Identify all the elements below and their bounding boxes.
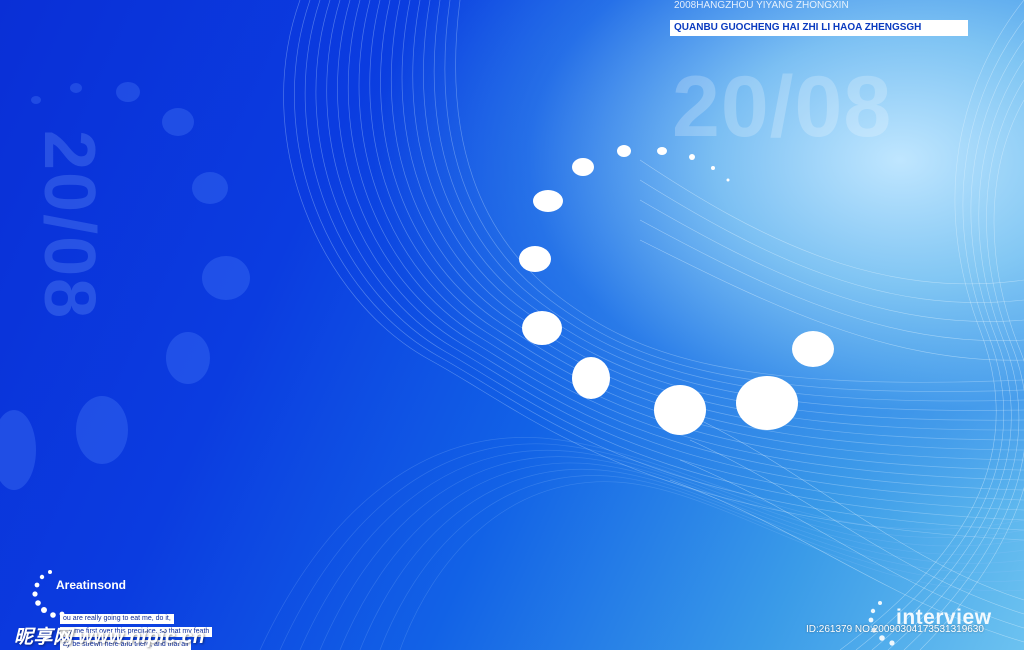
dot: [572, 158, 594, 176]
dot: [726, 178, 730, 182]
image-id-text: ID:261379 NO:20090304173531319630: [806, 624, 984, 635]
dot-arc: [519, 145, 834, 435]
mesh-wave-center: [283, 0, 1024, 541]
artwork-canvas: 20/08 20/08 2008HANGZHOU YIYANG ZHONGXIN…: [0, 0, 1024, 650]
dot: [617, 145, 631, 157]
dot: [522, 311, 562, 345]
dot: [572, 357, 610, 399]
dot: [654, 385, 706, 435]
brand-name: Areatinsond: [56, 578, 127, 592]
dot: [533, 190, 563, 212]
dot: [657, 147, 667, 155]
dot: [792, 331, 834, 367]
dot: [711, 166, 715, 170]
horizontal-year-text: 20/08: [672, 59, 893, 155]
watermark-text: 昵享网 www.nipic.cn: [14, 627, 205, 648]
header-title-bar: QUANBU GUOCHENG HAI ZHI LI HAOA ZHENGSGH: [670, 20, 968, 36]
header-subtitle: 2008HANGZHOU YIYANG ZHONGXIN: [674, 0, 849, 11]
dot: [736, 376, 798, 430]
dot: [519, 246, 551, 272]
vertical-year-text: 20/08: [29, 130, 109, 321]
